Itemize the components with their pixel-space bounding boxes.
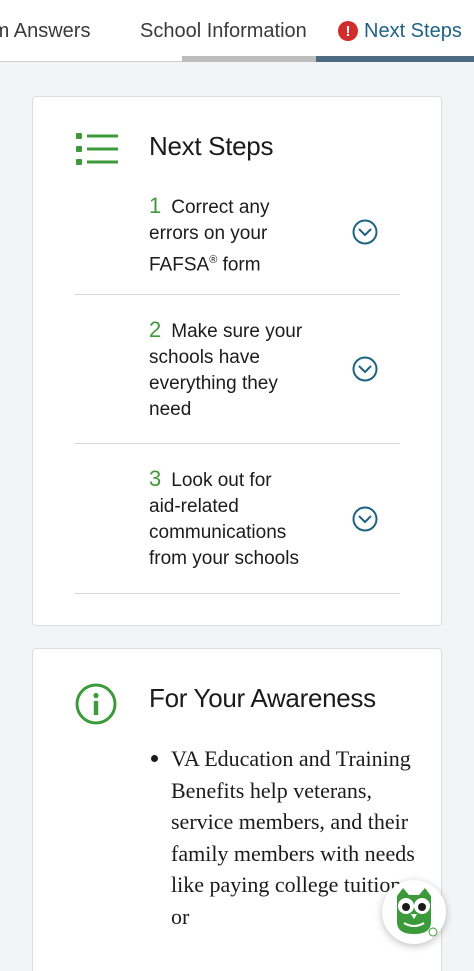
step-1-line1: Correct any <box>171 197 270 218</box>
tab-form-answers[interactable]: rm Answers <box>0 0 90 62</box>
chevron-down-icon[interactable] <box>352 356 378 382</box>
step-3-line2: aid-related <box>149 496 239 517</box>
step-2-line1: Make sure your <box>171 321 303 342</box>
alert-icon: ! <box>338 21 358 41</box>
tab-next-steps[interactable]: ! Next Steps <box>338 0 462 62</box>
step-1-number: 1 <box>149 193 162 218</box>
awareness-list: VA Education and Training Benefits help … <box>151 743 421 932</box>
step-3-line3: communications <box>149 522 287 543</box>
tab-bar: rm Answers School Information ! Next Ste… <box>0 0 474 62</box>
step-1-line2: errors on your <box>149 223 268 244</box>
awareness-title: For Your Awareness <box>149 683 376 713</box>
step-2-line4: need <box>149 399 192 420</box>
step-item-1[interactable]: 1 Correct any errors on your FAFSA® form <box>75 189 400 295</box>
step-1-line3b: form <box>217 254 261 276</box>
chevron-down-icon[interactable] <box>352 506 378 532</box>
tab-school-information-label: School Information <box>140 19 307 42</box>
step-1-line3: FAFSA <box>149 254 210 276</box>
step-2-number: 2 <box>149 317 162 342</box>
owl-assistant-button[interactable] <box>382 880 446 944</box>
owl-assistant-icon <box>397 888 438 937</box>
step-item-2[interactable]: 2 Make sure your schools have everything … <box>75 295 400 444</box>
info-icon <box>75 683 117 725</box>
step-3-line4: from your schools <box>149 548 299 569</box>
bullet-icon <box>151 755 158 762</box>
tab-school-information[interactable]: School Information <box>140 0 307 62</box>
step-3-line1: Look out for <box>171 470 272 491</box>
list-icon <box>76 133 118 165</box>
step-2-line3: everything they <box>149 373 278 394</box>
step-3-text: 3 Look out for aid-related communications… <box>149 466 319 572</box>
step-3-number: 3 <box>149 466 162 491</box>
step-2-text: 2 Make sure your schools have everything … <box>149 317 319 423</box>
list-item: VA Education and Training Benefits help … <box>151 743 421 932</box>
awareness-card: For Your Awareness VA Education and Trai… <box>32 648 442 971</box>
tab-indicator-school <box>182 56 316 62</box>
tab-next-steps-label: Next Steps <box>364 19 462 42</box>
tab-form-answers-label: rm Answers <box>0 19 91 42</box>
tab-indicator-next-steps <box>316 56 474 62</box>
step-2-line2: schools have <box>149 347 260 368</box>
next-steps-title: Next Steps <box>149 131 274 161</box>
chevron-down-icon[interactable] <box>352 219 378 245</box>
awareness-item-text: VA Education and Training Benefits help … <box>171 746 415 929</box>
step-1-text: 1 Correct any errors on your FAFSA® form <box>149 193 319 278</box>
next-steps-card: Next Steps 1 Correct any errors on your F… <box>32 96 442 626</box>
step-item-3[interactable]: 3 Look out for aid-related communications… <box>75 444 400 594</box>
